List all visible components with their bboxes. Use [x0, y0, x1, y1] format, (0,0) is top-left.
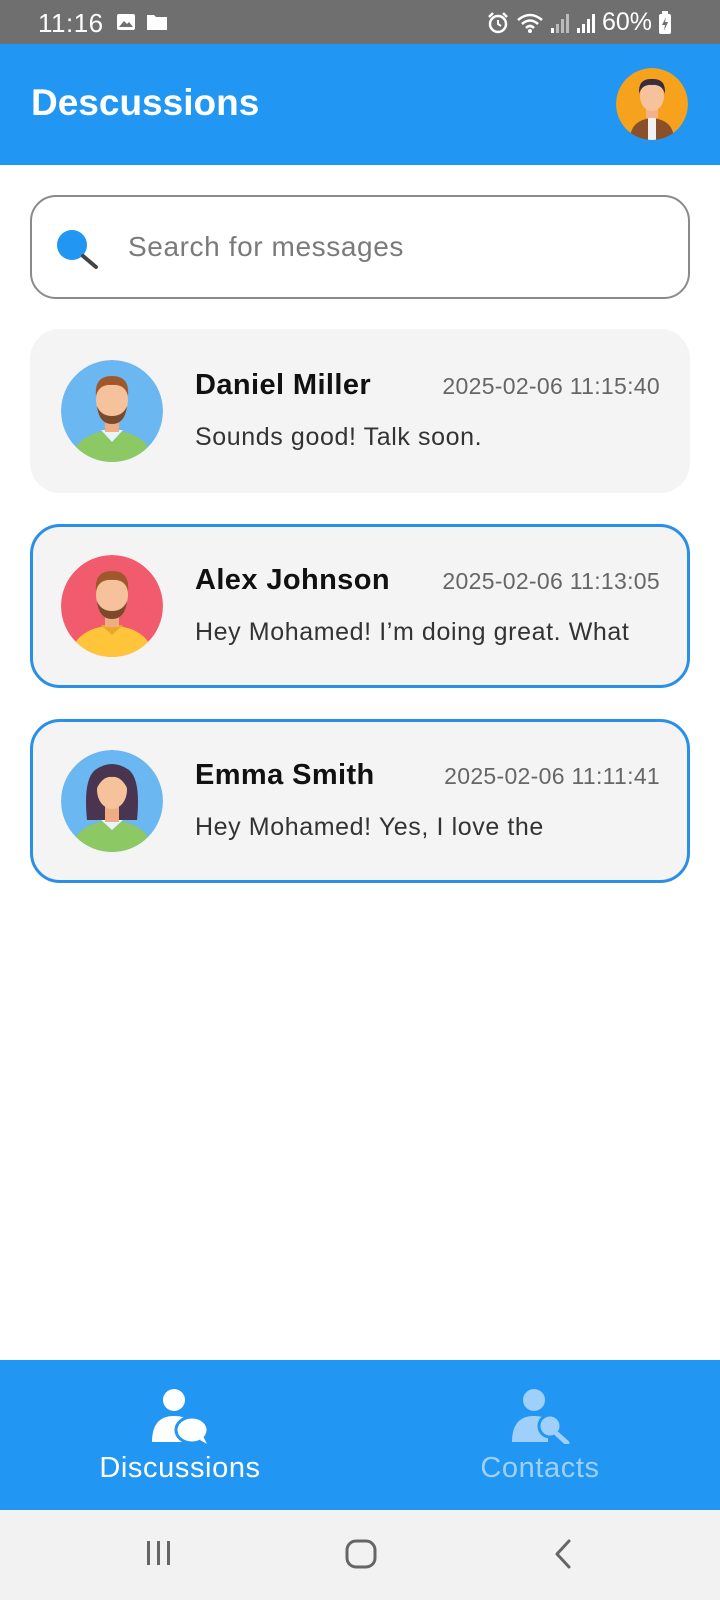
home-icon[interactable] — [344, 1538, 378, 1575]
avatar — [61, 360, 163, 462]
recent-apps-icon[interactable] — [144, 1538, 174, 1573]
page-title: Descussions — [31, 82, 260, 123]
signal-icon — [576, 12, 596, 34]
chat-item-emma-smith[interactable]: Emma Smith 2025-02-06 11:11:41 Hey Moham… — [30, 719, 690, 883]
bottom-navigation: Discussions Contacts — [0, 1360, 720, 1510]
status-notification-icons — [116, 12, 168, 37]
avatar — [61, 750, 163, 852]
contact-name: Emma Smith — [195, 759, 375, 791]
chat-item-alex-johnson[interactable]: Alex Johnson 2025-02-06 11:13:05 Hey Moh… — [30, 524, 690, 688]
message-timestamp: 2025-02-06 11:15:40 — [442, 373, 660, 399]
chat-item-daniel-miller[interactable]: Daniel Miller 2025-02-06 11:15:40 Sounds… — [30, 329, 690, 493]
avatar — [61, 555, 163, 657]
message-timestamp: 2025-02-06 11:11:41 — [444, 763, 660, 789]
app-header: Descussions — [0, 44, 720, 165]
status-system-icons: 60% — [486, 8, 672, 37]
wifi-icon — [516, 12, 544, 34]
folder-icon — [146, 12, 168, 37]
status-bar: 11:16 60% — [0, 0, 720, 44]
battery-charging-icon — [658, 10, 672, 35]
status-time: 11:16 — [38, 8, 104, 38]
system-navigation-bar — [0, 1510, 720, 1600]
nav-label: Discussions — [99, 1452, 261, 1484]
contact-name: Daniel Miller — [195, 369, 372, 401]
signal-icon — [550, 12, 570, 34]
search-icon — [54, 227, 102, 274]
discussions-icon — [150, 1388, 210, 1449]
message-preview: Hey Mohamed! I’m doing great. What — [195, 618, 630, 646]
nav-label: Contacts — [480, 1452, 600, 1484]
message-preview: Hey Mohamed! Yes, I love the — [195, 813, 544, 841]
nav-tab-contacts[interactable]: Contacts — [360, 1360, 720, 1510]
search-bar[interactable] — [30, 195, 690, 299]
contact-name: Alex Johnson — [195, 564, 390, 596]
message-timestamp: 2025-02-06 11:13:05 — [442, 568, 660, 594]
user-avatar-icon[interactable] — [616, 68, 688, 140]
message-preview: Sounds good! Talk soon. — [195, 423, 483, 451]
image-icon — [116, 12, 136, 37]
contacts-search-icon — [510, 1388, 570, 1449]
nav-tab-discussions[interactable]: Discussions — [0, 1360, 360, 1510]
alarm-icon — [486, 11, 510, 35]
battery-percent: 60% — [601, 8, 652, 36]
search-input[interactable] — [128, 223, 648, 271]
back-icon[interactable] — [552, 1538, 574, 1575]
